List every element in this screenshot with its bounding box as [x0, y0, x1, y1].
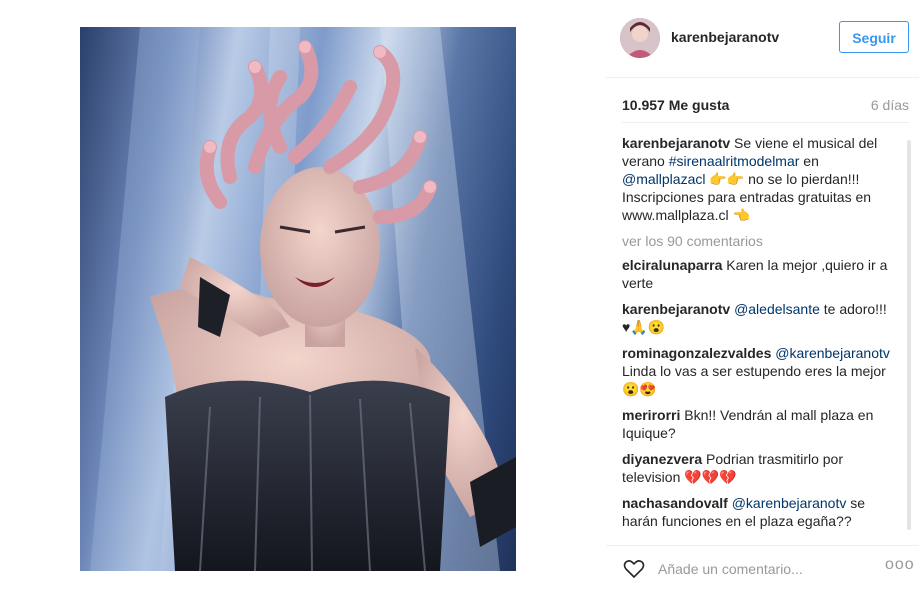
comment-item: nachasandovalf @karenbejaranotv se harán… — [622, 494, 892, 530]
post-photo-illustration — [90, 27, 516, 571]
avatar-image — [620, 18, 660, 58]
comment-item: rominagonzalezvaldes @karenbejaranotv Li… — [622, 344, 892, 398]
post-header: karenbejaranotv Seguir — [606, 0, 919, 78]
comments-list: karenbejaranotv Se viene el musical del … — [622, 134, 892, 538]
comment-text: Linda lo vas a ser estupendo eres la mej… — [622, 363, 886, 397]
comment-mention[interactable]: @karenbejaranotv — [732, 495, 847, 511]
comment-item: karenbejaranotv @aledelsante te adoro!!!… — [622, 300, 892, 336]
comment-username[interactable]: karenbejaranotv — [622, 301, 730, 317]
comment-username[interactable]: diyanezvera — [622, 451, 702, 467]
heart-outline-icon[interactable] — [622, 556, 646, 580]
caption-hashtag[interactable]: #sirenaalritmodelmar — [669, 153, 800, 169]
divider — [622, 122, 909, 123]
author-avatar[interactable] — [620, 18, 660, 58]
author-username[interactable]: karenbejaranotv — [671, 29, 779, 45]
comment-username[interactable]: merirorri — [622, 407, 680, 423]
comment-username[interactable]: rominagonzalezvaldes — [622, 345, 771, 361]
post-sidebar: karenbejaranotv Seguir 10.957 Me gusta 6… — [606, 0, 919, 599]
add-comment-input[interactable] — [656, 558, 860, 580]
caption-text: en — [799, 153, 819, 169]
post-photo[interactable] — [80, 27, 516, 571]
comments-scrollbar[interactable] — [907, 140, 911, 530]
comment-item: merirorri Bkn!! Vendrán al mall plaza en… — [622, 406, 892, 442]
comment-username[interactable]: elciralunaparra — [622, 257, 722, 273]
comment-mention[interactable]: @aledelsante — [734, 301, 820, 317]
comment-mention[interactable]: @karenbejaranotv — [775, 345, 890, 361]
comment-item: elciralunaparra Karen la mejor ,quiero i… — [622, 256, 892, 292]
view-all-comments-link[interactable]: ver los 90 comentarios — [622, 232, 892, 250]
caption: karenbejaranotv Se viene el musical del … — [622, 134, 892, 224]
like-count[interactable]: 10.957 Me gusta — [622, 97, 729, 113]
comment-bar: ooo — [606, 545, 919, 600]
comment-username[interactable]: nachasandovalf — [622, 495, 728, 511]
ellipsis-icon[interactable]: ooo — [885, 556, 915, 574]
post-timestamp[interactable]: 6 días — [871, 97, 909, 113]
follow-button[interactable]: Seguir — [839, 21, 909, 53]
comment-item: diyanezvera Podrian trasmitirlo por tele… — [622, 450, 892, 486]
caption-mention[interactable]: @mallplazacl — [622, 171, 705, 187]
caption-username[interactable]: karenbejaranotv — [622, 135, 730, 151]
